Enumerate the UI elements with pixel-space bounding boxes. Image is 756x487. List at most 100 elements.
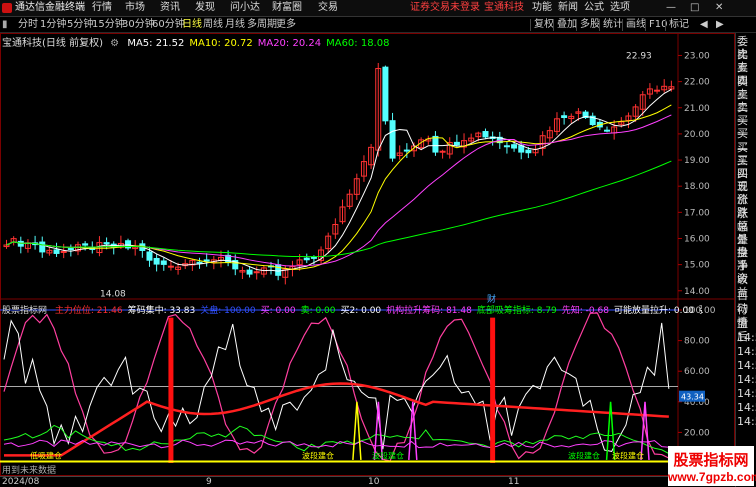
candle-body [153,257,160,265]
menu-options[interactable]: 选项 [610,2,630,14]
menu-quotes[interactable]: 行情 [92,2,112,14]
candle-body [561,115,568,118]
price-tick-label: 15.00 [684,261,710,271]
indicator-legend-item-10: 强弱分界线: 50.00 [699,306,702,316]
price-tick-label: 21.00 [684,104,710,114]
candle-body [604,129,611,132]
period-tick[interactable]: 分时 [18,19,38,31]
indicator-series: 低吸建仓 波段建仓 波段建仓 波段建仓 波段建仓 [0,309,678,463]
prev-arrow-icon[interactable]: ◀ [700,19,708,31]
signal-bar [490,317,496,463]
signal-label-4: 波段建仓 [612,450,644,460]
indicator-legend-item-8: 先知: -0.68 [561,306,609,316]
period-daily[interactable]: 日线 [182,19,202,31]
watermark: 股票指标网 www.7gpzb.com [668,446,756,486]
time-axis: 2024/08 9 10 11 [0,476,735,487]
login-notice[interactable]: 证券交易未登录 [410,2,480,14]
candle-body [39,241,46,253]
period-toolbar: ▮ 分时 1分钟 5分钟 15分钟 30分钟 60分钟 日线 周线 月线 多周期… [0,17,756,33]
candle-body [103,242,110,245]
menu-formula[interactable]: 公式 [584,2,604,14]
multistock-button[interactable]: 多股 [576,19,600,31]
minimize-button[interactable]: — [666,2,676,14]
menu-discover[interactable]: 发现 [195,2,215,14]
panel-border [0,33,735,476]
indicator-legend-item-0: 主力位位: 21.46 [54,306,123,316]
app-title: 通达信金融终端 [15,2,85,13]
candle-body [382,66,389,122]
candle-body [17,240,24,247]
sidebar2-item-6[interactable]: 14:5 [737,373,756,386]
candle-body [196,261,203,264]
candle-body [67,248,74,251]
candle-body [246,269,253,275]
candle-body [303,257,310,261]
candle-body [60,250,67,253]
indicator-legend-item-4: 卖: 0.00 [300,306,336,316]
close-button[interactable]: ✕ [715,2,723,14]
candle-body [525,149,532,154]
period-60min[interactable]: 60分钟 [152,19,185,31]
menu-function[interactable]: 功能 [532,2,552,14]
stock-name-title: 宝通科技 [484,2,524,13]
indicator-legend-item-1: 筹码集中: 33.83 [127,306,196,316]
candle-body [160,260,167,265]
high-price-label: 22.93 [626,51,652,61]
menu-market[interactable]: 市场 [125,2,145,14]
candle-body [203,259,210,262]
right-quote-sidebar: 委比 卖五 卖四 卖三 卖二 卖一 买一 买二 买三 买四 买五 现价 涨跌 涨幅 总量 外盘 换手 净资 收益 自动… [735,33,756,487]
price-tick-label: 22.00 [684,78,710,88]
mark-button[interactable]: 标记 [665,19,689,31]
menu-news[interactable]: 资讯 [160,2,180,14]
candle-body [146,251,153,261]
period-5min[interactable]: 5分钟 [67,19,93,31]
sidebar2-item-4[interactable]: 14:5 [737,345,756,358]
price-tick-label: 18.00 [684,182,710,192]
period-1min[interactable]: 1分钟 [40,19,66,31]
period-weekly[interactable]: 周线 [203,19,223,31]
price-tick-label: 16.00 [684,234,710,244]
signal-label-3: 波段建仓 [568,450,600,460]
candle-body [275,264,282,276]
sidebar2-item-9[interactable]: 14:5 [737,415,756,428]
ind-tick-label: 60.00 [684,367,710,377]
indicator-legend-item-3: 买: 0.00 [260,306,296,316]
low-price-label: 14.08 [100,290,126,300]
indicator-legend-item-2: 关盘: 100.00 [200,306,256,316]
maximize-button[interactable]: □ [690,2,699,14]
indicator-panel-header: 股票指标网 主力位位: 21.46 筹码集中: 33.83 关盘: 100.00 买:… [2,303,702,316]
sidebar2-item-8[interactable]: 14:5 [737,401,756,414]
time-label-nov: 11 [508,477,520,487]
toolbar-toggle-icon[interactable]: ▮ [2,19,8,31]
signal-bar [168,317,174,463]
draw-button[interactable]: 画线 [622,19,646,31]
overlay-button[interactable]: 叠加 [553,19,577,31]
period-30min[interactable]: 30分钟 [122,19,155,31]
period-multi[interactable]: 多周期 [247,19,277,31]
candle-body [482,131,489,138]
menu-trade[interactable]: 交易 [318,2,338,14]
sidebar2-item-7[interactable]: 14:5 [737,387,756,400]
candle-body [439,150,446,153]
menu-ask[interactable]: 问小达 [230,2,260,14]
kline-chart[interactable]: 22.9314.08财 低吸建仓 波段建仓 波段建仓 波段建仓 波段建仓 23.0022… [0,33,735,478]
candle-body [432,135,439,153]
signal-label-0: 低吸建仓 [30,450,62,460]
price-tick-label: 17.00 [684,208,710,218]
adjust-button[interactable]: 复权 [530,19,554,31]
menu-wealth[interactable]: 财富圈 [272,2,302,14]
candle-body [453,141,460,146]
stats-button[interactable]: 统计 [599,19,623,31]
menu-newsfeed[interactable]: 新闻 [558,2,578,14]
period-monthly[interactable]: 月线 [225,19,245,31]
price-tick-label: 19.00 [684,156,710,166]
sidebar2-item-3[interactable]: 14:5 [737,331,756,344]
sidebar2-item-5[interactable]: 14:5 [737,359,756,372]
next-arrow-icon[interactable]: ▶ [716,19,724,31]
candle-body [167,265,174,268]
period-more[interactable]: 更多 [276,19,296,31]
title-bar: 通达信金融终端 行情 市场 资讯 发现 问小达 财富圈 交易 证券交易未登录 宝… [0,0,756,17]
period-15min[interactable]: 15分钟 [92,19,125,31]
candle-body [389,120,396,159]
price-tick-label: 14.00 [684,287,710,297]
